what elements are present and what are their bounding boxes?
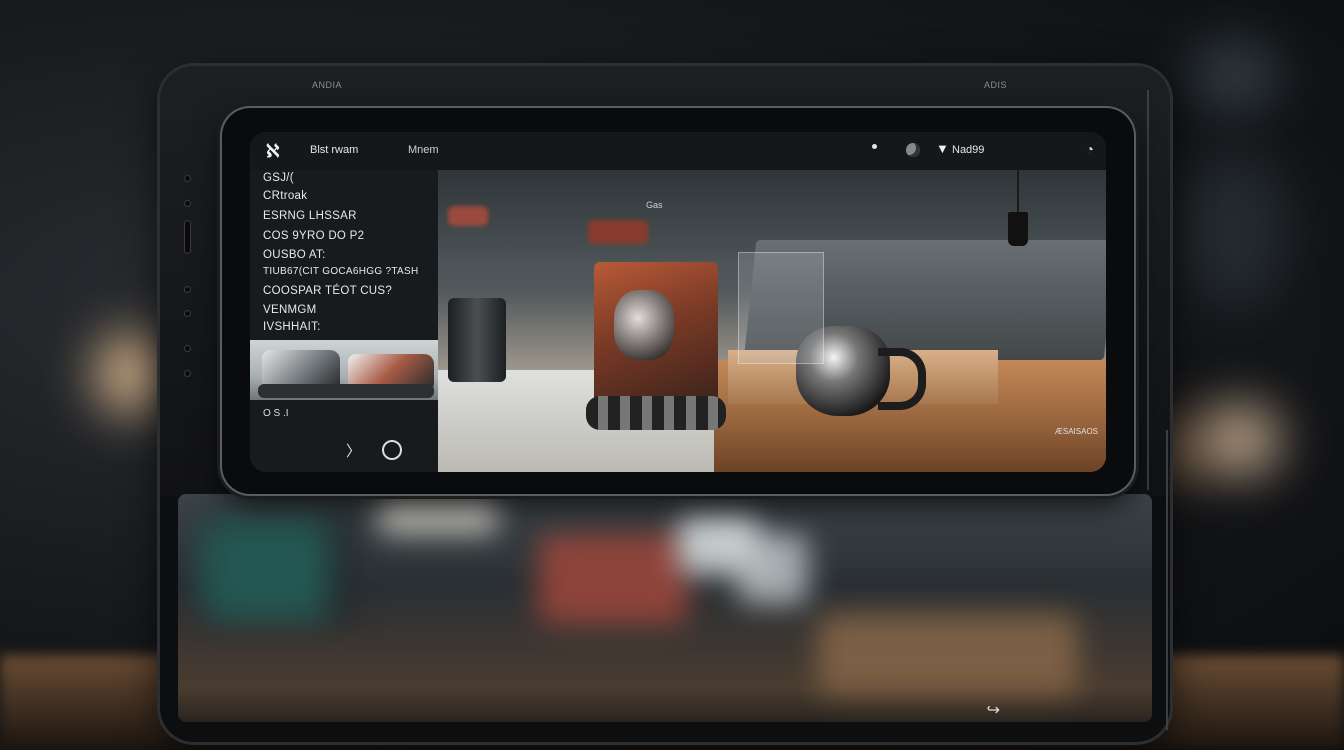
- thumb-object-2: [348, 354, 434, 388]
- side-button-1: [184, 175, 191, 182]
- photo-ornate-highlight: [614, 290, 674, 360]
- photo-pendant-lamp: [1008, 212, 1028, 246]
- bokeh-light-left: [96, 334, 166, 414]
- menu-link[interactable]: Mnem: [408, 144, 439, 156]
- status-text: Nad99: [952, 144, 985, 156]
- blur-monitor-frame: [198, 514, 358, 624]
- side-button-3: [184, 286, 191, 293]
- app-logo-icon[interactable]: ℵ: [266, 141, 286, 161]
- sidebar-thumbnail[interactable]: [250, 340, 438, 400]
- back-caption-left: ANDIA: [312, 80, 343, 90]
- photo-pendant-cord: [1017, 170, 1019, 212]
- tablet: ℵ Blst rwam Mnem ▼ Nad99 ◔ GSJ/( CRtroak…: [222, 108, 1134, 494]
- side-button-6: [184, 370, 191, 377]
- back-device-screen: [178, 494, 1152, 722]
- sidebar-item[interactable]: GSJ/(: [263, 172, 294, 184]
- edge-line-right: [1147, 90, 1149, 490]
- photo-glass-label: Gas: [646, 200, 663, 210]
- sidebar-item[interactable]: COOSPAR TÉOT CUS?: [263, 285, 392, 297]
- sidebar-item[interactable]: VENMGM: [263, 304, 317, 316]
- blur-lamp: [738, 534, 808, 604]
- sidebar-footer: O S .I: [263, 408, 289, 419]
- photo-red-items: [588, 220, 648, 244]
- back-device-corner-icon: ↪: [986, 702, 1000, 719]
- tablet-screen: ℵ Blst rwam Mnem ▼ Nad99 ◔ GSJ/( CRtroak…: [250, 132, 1106, 472]
- blur-light: [378, 494, 498, 534]
- thumb-object-1: [262, 350, 340, 388]
- bokeh-dim-right: [1180, 150, 1290, 310]
- photo-glass-pane: [738, 252, 824, 364]
- sidebar: GSJ/( CRtroak ESRNG LHSSAR COS 9YRO DO P…: [250, 170, 438, 472]
- bokeh-light-top-right: [1190, 40, 1280, 110]
- back-icon[interactable]: 〉: [346, 440, 361, 461]
- photo-caption: ÆSAISAOS: [1054, 427, 1098, 436]
- top-bar: ℵ Blst rwam Mnem ▼ Nad99 ◔: [250, 132, 1106, 170]
- scene: ANDIA ADIS ↪ ℵ Blst rwam Mnem ▼ Nad99 ◔ …: [0, 0, 1344, 750]
- side-slot: [184, 220, 191, 254]
- photo-red-items-2: [448, 206, 488, 226]
- blur-wood: [818, 614, 1078, 694]
- side-button-2: [184, 200, 191, 207]
- sidebar-item[interactable]: IVSHHAIT:: [263, 321, 321, 333]
- sidebar-item[interactable]: OUSBO AT:: [263, 249, 326, 261]
- thumb-base: [258, 384, 434, 398]
- side-button-4: [184, 310, 191, 317]
- sidebar-item[interactable]: TIUB67(CIT GOCA6HGG ?TASH: [263, 266, 419, 277]
- bokeh-light-right-1: [1200, 405, 1280, 475]
- blur-red-object: [538, 534, 688, 624]
- edge-line-right-2: [1166, 430, 1168, 730]
- mic-icon[interactable]: ◔: [1086, 141, 1094, 157]
- app-title: Blst rwam: [310, 144, 359, 156]
- photo-dark-vase: [448, 298, 506, 382]
- photo-ornate-base: [586, 396, 726, 430]
- sidebar-item[interactable]: CRtroak: [263, 190, 307, 202]
- wifi-icon: ▼: [936, 141, 949, 156]
- back-caption-right: ADIS: [984, 80, 1008, 90]
- main-photo: Gas ÆSAISAOS: [438, 170, 1106, 472]
- moon-icon[interactable]: [906, 143, 920, 157]
- side-button-5: [184, 345, 191, 352]
- sidebar-item[interactable]: COS 9YRO DO P2: [263, 230, 364, 242]
- home-circle-icon[interactable]: [382, 440, 402, 460]
- sidebar-item[interactable]: ESRNG LHSSAR: [263, 210, 357, 222]
- photo-mug-handle: [878, 348, 926, 410]
- status-dot-icon: [872, 144, 877, 149]
